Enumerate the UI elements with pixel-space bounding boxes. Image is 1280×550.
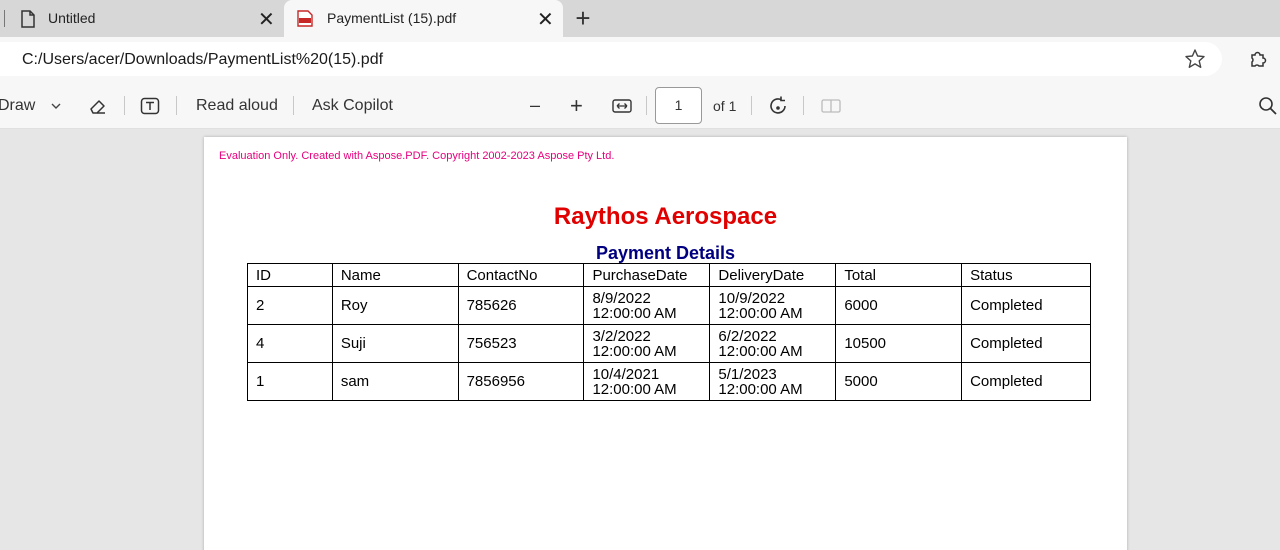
delivery-time: 12:00:00 AM [718, 342, 803, 360]
close-tab-icon[interactable]: ✕ [258, 7, 275, 32]
cell-total: 10500 [835, 324, 963, 363]
fit-to-width-icon[interactable] [612, 82, 632, 129]
cell-name: Roy [331, 286, 459, 325]
favorite-star-icon[interactable] [1184, 48, 1206, 70]
tab-untitled[interactable]: Untitled ✕ [0, 0, 284, 37]
cell-delivery-date: 5/1/2023 12:00:00 AM [709, 362, 837, 401]
zoom-in-button[interactable]: + [570, 82, 583, 129]
toolbar-divider [176, 96, 177, 115]
rotate-icon[interactable] [767, 82, 789, 129]
draw-options-chevron-icon[interactable] [50, 82, 62, 129]
cell-name: sam [331, 362, 459, 401]
zoom-out-button[interactable]: – [530, 82, 540, 129]
cell-contact: 756523 [457, 324, 585, 363]
pdf-page: Evaluation Only. Created with Aspose.PDF… [204, 137, 1127, 550]
pdf-toolbar: Draw Read aloud Ask Copilot – + 1 of 1 [0, 82, 1280, 129]
cell-status: Completed [961, 286, 1091, 325]
column-header: ID [247, 263, 333, 287]
address-bar[interactable]: C:/Users/acer/Downloads/PaymentList%20(1… [0, 42, 1222, 76]
purchase-time: 12:00:00 AM [592, 304, 677, 322]
draw-button[interactable]: Draw [0, 82, 35, 129]
cell-id: 1 [247, 362, 333, 401]
close-tab-icon[interactable]: ✕ [537, 7, 554, 32]
read-aloud-button[interactable]: Read aloud [196, 82, 278, 129]
toolbar-divider [803, 96, 804, 115]
cell-contact: 785626 [457, 286, 585, 325]
new-tab-button[interactable]: + [570, 4, 596, 32]
payment-table: ID Name ContactNo PurchaseDate DeliveryD… [247, 263, 1091, 401]
text-box-icon[interactable] [140, 82, 160, 129]
cell-status: Completed [961, 362, 1091, 401]
evaluation-watermark: Evaluation Only. Created with Aspose.PDF… [219, 150, 615, 162]
search-icon[interactable] [1258, 82, 1278, 129]
two-page-view-icon[interactable] [821, 82, 841, 129]
column-header: DeliveryDate [709, 263, 837, 287]
cell-purchase-date: 10/4/2021 12:00:00 AM [583, 362, 711, 401]
delivery-time: 12:00:00 AM [718, 380, 803, 398]
extensions-icon[interactable] [1247, 48, 1269, 70]
toolbar-divider [124, 96, 125, 115]
table-row: 1 sam 7856956 10/4/2021 12:00:00 AM 5/1/2… [247, 362, 1091, 401]
ask-copilot-button[interactable]: Ask Copilot [312, 82, 393, 129]
tab-strip: Untitled ✕ PaymentList (15).pdf ✕ + [0, 0, 1280, 37]
eraser-icon[interactable] [88, 82, 108, 129]
ask-copilot-label: Ask Copilot [312, 96, 393, 114]
column-header: Name [331, 263, 459, 287]
column-header: ContactNo [457, 263, 585, 287]
cell-name: Suji [331, 324, 459, 363]
tab-title: PaymentList (15).pdf [327, 10, 457, 26]
tab-pdf[interactable]: PaymentList (15).pdf ✕ [284, 0, 563, 37]
cell-id: 2 [247, 286, 333, 325]
page-number-input[interactable]: 1 [655, 87, 702, 124]
cell-status: Completed [961, 324, 1091, 363]
pdf-file-icon [297, 10, 313, 27]
cell-total: 5000 [835, 362, 963, 401]
cell-id: 4 [247, 324, 333, 363]
column-header: Total [835, 263, 963, 287]
cell-total: 6000 [835, 286, 963, 325]
draw-label: Draw [0, 96, 36, 114]
tab-title: Untitled [48, 10, 96, 26]
purchase-time: 12:00:00 AM [592, 380, 677, 398]
table-row: 2 Roy 785626 8/9/2022 12:00:00 AM 10/9/20… [247, 286, 1091, 325]
purchase-time: 12:00:00 AM [592, 342, 677, 360]
delivery-time: 12:00:00 AM [718, 304, 803, 322]
tab-separator [4, 10, 5, 27]
toolbar-divider [751, 96, 752, 115]
cell-delivery-date: 6/2/2022 12:00:00 AM [709, 324, 837, 363]
address-url[interactable]: C:/Users/acer/Downloads/PaymentList%20(1… [22, 51, 383, 69]
cell-contact: 7856956 [457, 362, 585, 401]
cell-purchase-date: 8/9/2022 12:00:00 AM [583, 286, 711, 325]
table-row: 4 Suji 756523 3/2/2022 12:00:00 AM 6/2/20… [247, 324, 1091, 363]
toolbar-divider [293, 96, 294, 115]
cell-delivery-date: 10/9/2022 12:00:00 AM [709, 286, 837, 325]
read-aloud-label: Read aloud [196, 96, 278, 114]
page-count: of 1 [713, 97, 737, 114]
document-icon [20, 10, 36, 31]
report-subtitle: Payment Details [595, 243, 736, 263]
company-title: Raythos Aerospace [553, 203, 778, 230]
pdf-viewer[interactable]: Evaluation Only. Created with Aspose.PDF… [0, 129, 1280, 550]
column-header: Status [961, 263, 1091, 287]
address-row: C:/Users/acer/Downloads/PaymentList%20(1… [0, 37, 1280, 82]
toolbar-divider [646, 96, 647, 115]
table-header-row: ID Name ContactNo PurchaseDate DeliveryD… [247, 263, 1091, 287]
cell-purchase-date: 3/2/2022 12:00:00 AM [583, 324, 711, 363]
column-header: PurchaseDate [583, 263, 711, 287]
